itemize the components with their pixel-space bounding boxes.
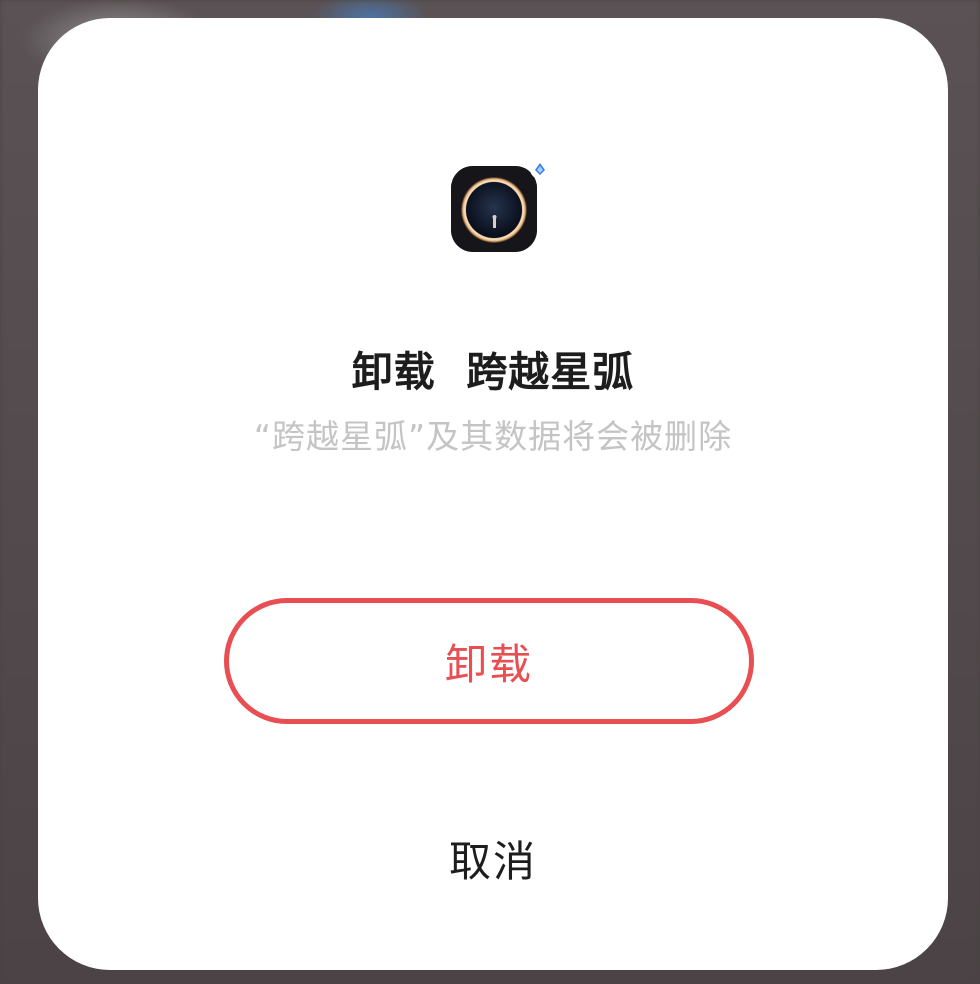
uninstall-button-label: 卸载 [444, 639, 533, 689]
uninstall-button[interactable]: 卸载 [224, 598, 754, 724]
dialog-message: “跨越星弧”及其数据将会被删除 [253, 417, 733, 456]
uninstall-dialog: 卸载 跨越星弧 “跨越星弧”及其数据将会被删除 卸载 取消 [38, 18, 948, 970]
app-badge-icon [530, 159, 550, 179]
dialog-title: 卸载 跨越星弧 [351, 348, 635, 396]
app-icon [451, 159, 550, 252]
cancel-button[interactable]: 取消 [378, 818, 608, 898]
cancel-button-label: 取消 [448, 836, 537, 886]
